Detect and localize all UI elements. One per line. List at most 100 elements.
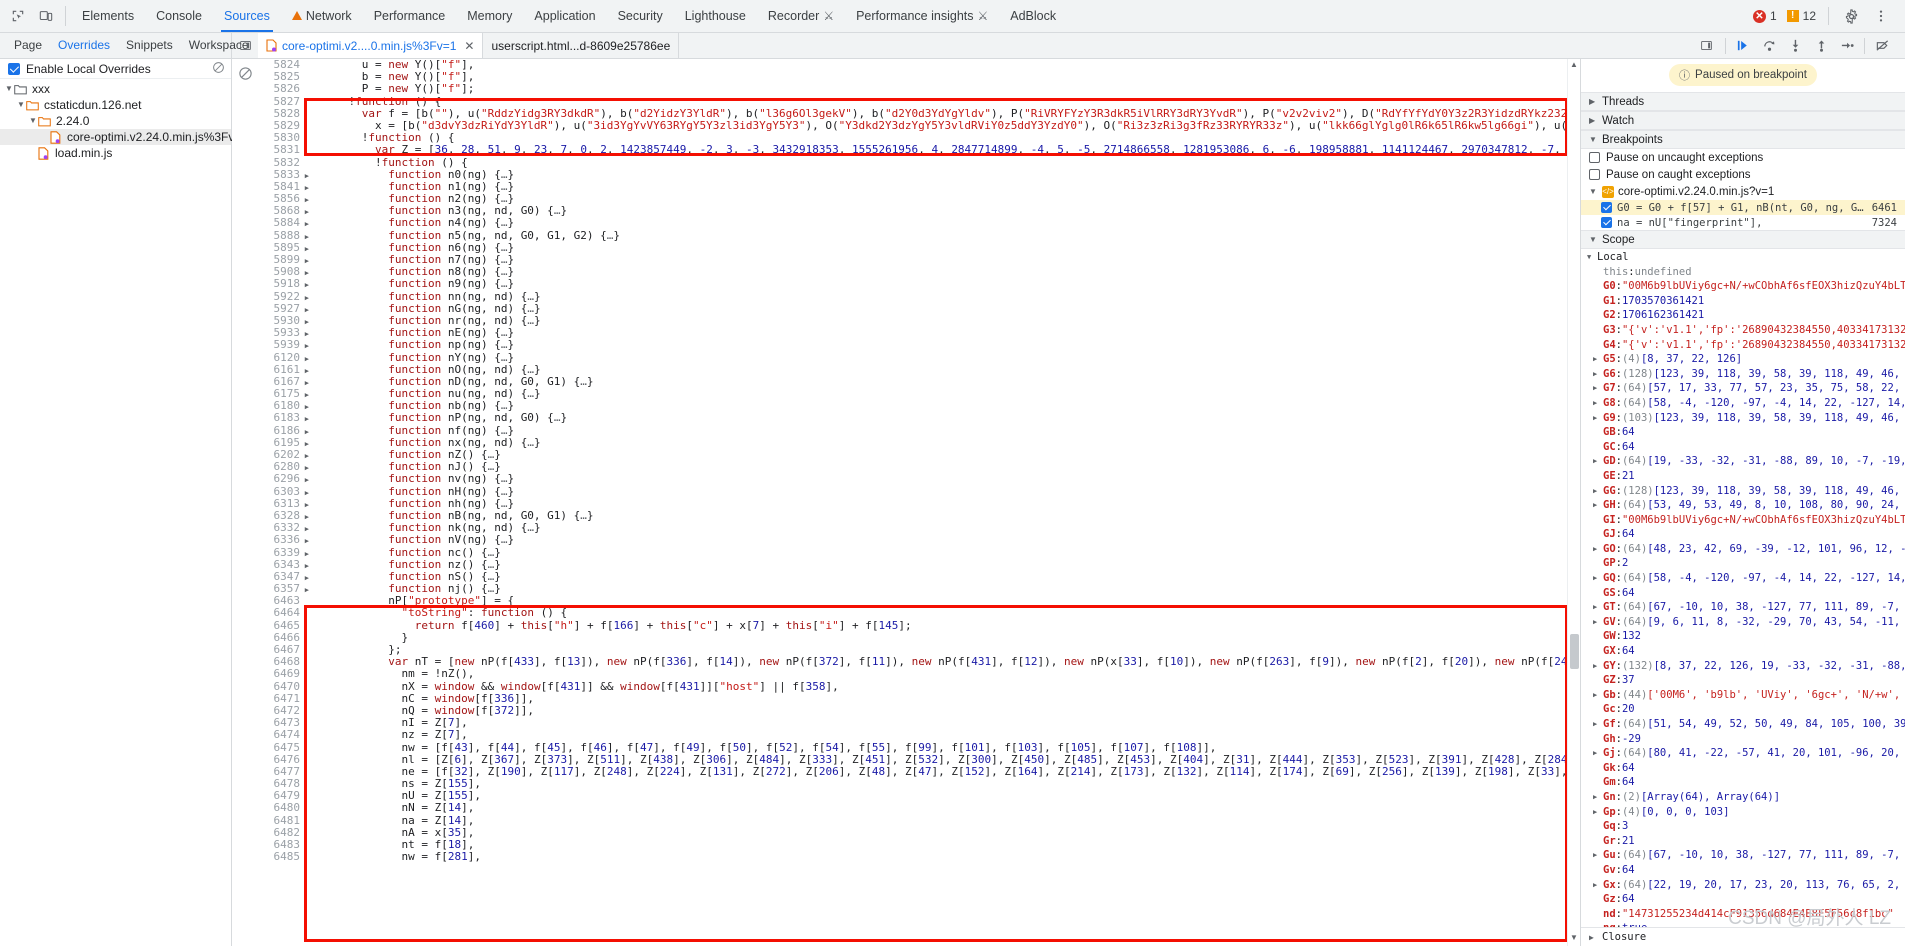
line-number[interactable]: 6481	[258, 814, 301, 827]
scope-variable-row[interactable]: ▶ Gu: (64) [67, -10, 10, 38, -127, 77, 11…	[1581, 848, 1905, 863]
scope-variable-row[interactable]: ▶Gh: -29	[1581, 732, 1905, 747]
chevron-down-icon[interactable]: ▼	[28, 113, 38, 129]
scope-variable-row[interactable]: ▶GJ: 64	[1581, 527, 1905, 542]
scope-variable-row[interactable]: ▶ G8: (64) [58, -4, -120, -97, -4, 14, 22…	[1581, 396, 1905, 411]
chevron-right-icon[interactable]: ▶	[1593, 542, 1603, 557]
scope-variable-row[interactable]: ▶Gk: 64	[1581, 761, 1905, 776]
code-content[interactable]: u = new Y()["f"], b = new Y()["f"], P = …	[306, 59, 1580, 946]
code-line[interactable]: function nV(ng) {…}	[322, 534, 1580, 546]
scope-variable-row[interactable]: ▶GP: 2	[1581, 556, 1905, 571]
nav-tab-overrides[interactable]: Overrides	[50, 33, 118, 58]
scope-variable-row[interactable]: ▶ Gf: (64) [51, 54, 49, 52, 50, 49, 84, 1…	[1581, 717, 1905, 732]
scope-variable-row[interactable]: ▶ GV: (64) [9, 6, 11, 8, -32, -29, 70, 43…	[1581, 615, 1905, 630]
code-line[interactable]: u = new Y()["f"],	[322, 59, 1580, 71]
scope-variable-row[interactable]: ▶this: undefined	[1581, 265, 1905, 280]
chevron-right-icon[interactable]: ▶	[1593, 805, 1603, 820]
line-number[interactable]: 6120 ▶	[258, 351, 310, 364]
chevron-down-icon[interactable]: ▼	[16, 97, 26, 113]
tree-folder-item[interactable]: ▼ cstaticdun.126.net	[0, 97, 231, 113]
tab-recorder[interactable]: Recorder ⚔	[757, 0, 845, 32]
chevron-right-icon[interactable]: ▶	[1593, 790, 1603, 805]
scope-variable-row[interactable]: ▶GE: 21	[1581, 469, 1905, 484]
scope-variable-row[interactable]: ▶G2: 1706162361421	[1581, 308, 1905, 323]
code-line[interactable]: P = new Y()["f"];	[322, 83, 1580, 95]
code-line[interactable]: function np(ng) {…}	[322, 339, 1580, 351]
tab-sources[interactable]: Sources	[213, 0, 281, 32]
scope-variable-row[interactable]: ▶ Gp: (4) [0, 0, 0, 103]	[1581, 805, 1905, 820]
section-threads[interactable]: ▶ Threads	[1581, 92, 1905, 111]
code-line[interactable]: function nY(ng) {…}	[322, 351, 1580, 364]
line-number[interactable]: 6183 ▶	[258, 412, 310, 424]
line-number[interactable]: 6303 ▶	[258, 485, 310, 498]
gear-icon[interactable]	[1837, 3, 1865, 29]
section-breakpoints[interactable]: ▼ Breakpoints	[1581, 130, 1905, 149]
scroll-down-arrow-icon[interactable]: ▼	[1568, 932, 1580, 944]
code-line[interactable]: }	[322, 631, 1580, 644]
breakpoint-file-group[interactable]: ▼ </> core-optimi.v2.24.0.min.js?v=1	[1581, 183, 1905, 200]
tab-performance-insights[interactable]: Performance insights ⚔	[845, 0, 999, 32]
tree-folder-item[interactable]: ▼ 2.24.0	[0, 113, 231, 129]
line-number[interactable]: 5832	[258, 156, 301, 169]
chevron-right-icon[interactable]: ▶	[1593, 746, 1603, 761]
chevron-right-icon[interactable]: ▶	[1593, 615, 1603, 630]
chevron-right-icon[interactable]: ▶	[1593, 571, 1603, 586]
line-number[interactable]: 5831	[258, 144, 301, 156]
scope-variable-row[interactable]: ▶GC: 64	[1581, 440, 1905, 455]
code-line[interactable]: function n4(ng) {…}	[322, 217, 1580, 229]
clear-configuration-icon[interactable]	[212, 61, 225, 77]
scope-variable-row[interactable]: ▶GS: 64	[1581, 586, 1905, 601]
tab-adblock[interactable]: AdBlock	[999, 0, 1067, 32]
navigator-panel-toggle-icon[interactable]	[232, 33, 258, 58]
scope-variable-row[interactable]: ▶GB: 64	[1581, 425, 1905, 440]
line-number[interactable]: 5826	[258, 83, 301, 95]
section-scope[interactable]: ▼ Scope	[1581, 230, 1905, 249]
scope-variable-row[interactable]: ▶ GD: (64) [19, -33, -32, -31, -88, 89, 1…	[1581, 454, 1905, 469]
tab-console[interactable]: Console	[145, 0, 213, 32]
enable-local-overrides-row[interactable]: Enable Local Overrides	[0, 59, 231, 79]
chevron-right-icon[interactable]: ▶	[1593, 411, 1603, 426]
chevron-right-icon[interactable]: ▶	[1593, 484, 1603, 499]
chevron-right-icon[interactable]: ▶	[1593, 878, 1603, 893]
line-number[interactable]: 5922 ▶	[258, 290, 310, 303]
line-number[interactable]: 6470	[258, 680, 301, 693]
code-line[interactable]: var Z = [36, 28, 51, 9, 23, 7, 0, 2, 142…	[322, 144, 1580, 156]
chevron-down-icon[interactable]: ▼	[4, 81, 14, 97]
scope-variable-row[interactable]: ▶ G9: (103) [123, 39, 118, 39, 58, 39, 11…	[1581, 411, 1905, 426]
line-number[interactable]: 5918 ▶	[258, 278, 310, 290]
code-line[interactable]: function nc() {…}	[322, 546, 1580, 559]
editor-scrollbar[interactable]: ▲ ▼	[1567, 59, 1580, 946]
chevron-right-icon[interactable]: ▶	[1593, 352, 1603, 367]
scope-variable-row[interactable]: ▶ Gx: (64) [22, 19, 20, 17, 23, 20, 113, …	[1581, 878, 1905, 893]
chevron-right-icon[interactable]: ▶	[1593, 454, 1603, 469]
code-line[interactable]: var nT = [new nP(f[433], f[13]), new nP(…	[322, 655, 1580, 668]
line-number[interactable]: 6465	[258, 619, 301, 632]
code-line[interactable]: nN = Z[14],	[322, 802, 1580, 814]
tab-lighthouse[interactable]: Lighthouse	[674, 0, 757, 32]
deactivate-breakpoints-button[interactable]	[1869, 34, 1895, 58]
code-line[interactable]: b = new Y()["f"],	[322, 70, 1580, 83]
code-line[interactable]: na = Z[14],	[322, 814, 1580, 827]
line-number[interactable]: 6469	[258, 668, 301, 680]
code-line[interactable]: "toString": function () {	[322, 607, 1580, 619]
code-line[interactable]: ns = Z[155],	[322, 777, 1580, 790]
scope-variable-row[interactable]: ▶nd: "14731255234d414cF91356d684E4E8F5F5…	[1581, 907, 1905, 922]
scope-variable-row[interactable]: ▶Gq: 3	[1581, 819, 1905, 834]
line-number[interactable]: 6474	[258, 729, 301, 741]
resume-script-execution-button[interactable]	[1730, 34, 1756, 58]
scope-local-group[interactable]: ▼ Local	[1581, 250, 1905, 265]
tab-security[interactable]: Security	[607, 0, 674, 32]
inspect-element-icon[interactable]	[4, 3, 32, 29]
scope-variable-row[interactable]: ▶ GT: (64) [67, -10, 10, 38, -127, 77, 11…	[1581, 600, 1905, 615]
code-line[interactable]: nA = x[35],	[322, 826, 1580, 839]
code-line[interactable]: function nx(ng, nd) {…}	[322, 436, 1580, 449]
scope-variable-row[interactable]: ▶ Gb: (44) ['00M6', 'b9lb', 'UViy', '6gc+…	[1581, 688, 1905, 703]
code-line[interactable]: return f[460] + this["h"] + f[166] + thi…	[322, 619, 1580, 632]
scope-variable-row[interactable]: ▶ GG: (128) [123, 39, 118, 39, 58, 39, 11…	[1581, 484, 1905, 499]
code-area[interactable]: 5824 5825 5826 5827 5828 5829 5830 5831 5832 5833…	[258, 59, 1580, 946]
line-number[interactable]: 6480	[258, 802, 301, 814]
code-line[interactable]: function nf(ng) {…}	[322, 424, 1580, 437]
scope-variable-row[interactable]: ▶G0: "00M6b9lbUViy6gc+N/+wCObhAf6sfEOX3h…	[1581, 279, 1905, 294]
warning-count-badge[interactable]: ! 12	[1783, 9, 1820, 23]
editor-scrollbar-thumb[interactable]	[1570, 634, 1579, 669]
tab-performance[interactable]: Performance	[363, 0, 457, 32]
